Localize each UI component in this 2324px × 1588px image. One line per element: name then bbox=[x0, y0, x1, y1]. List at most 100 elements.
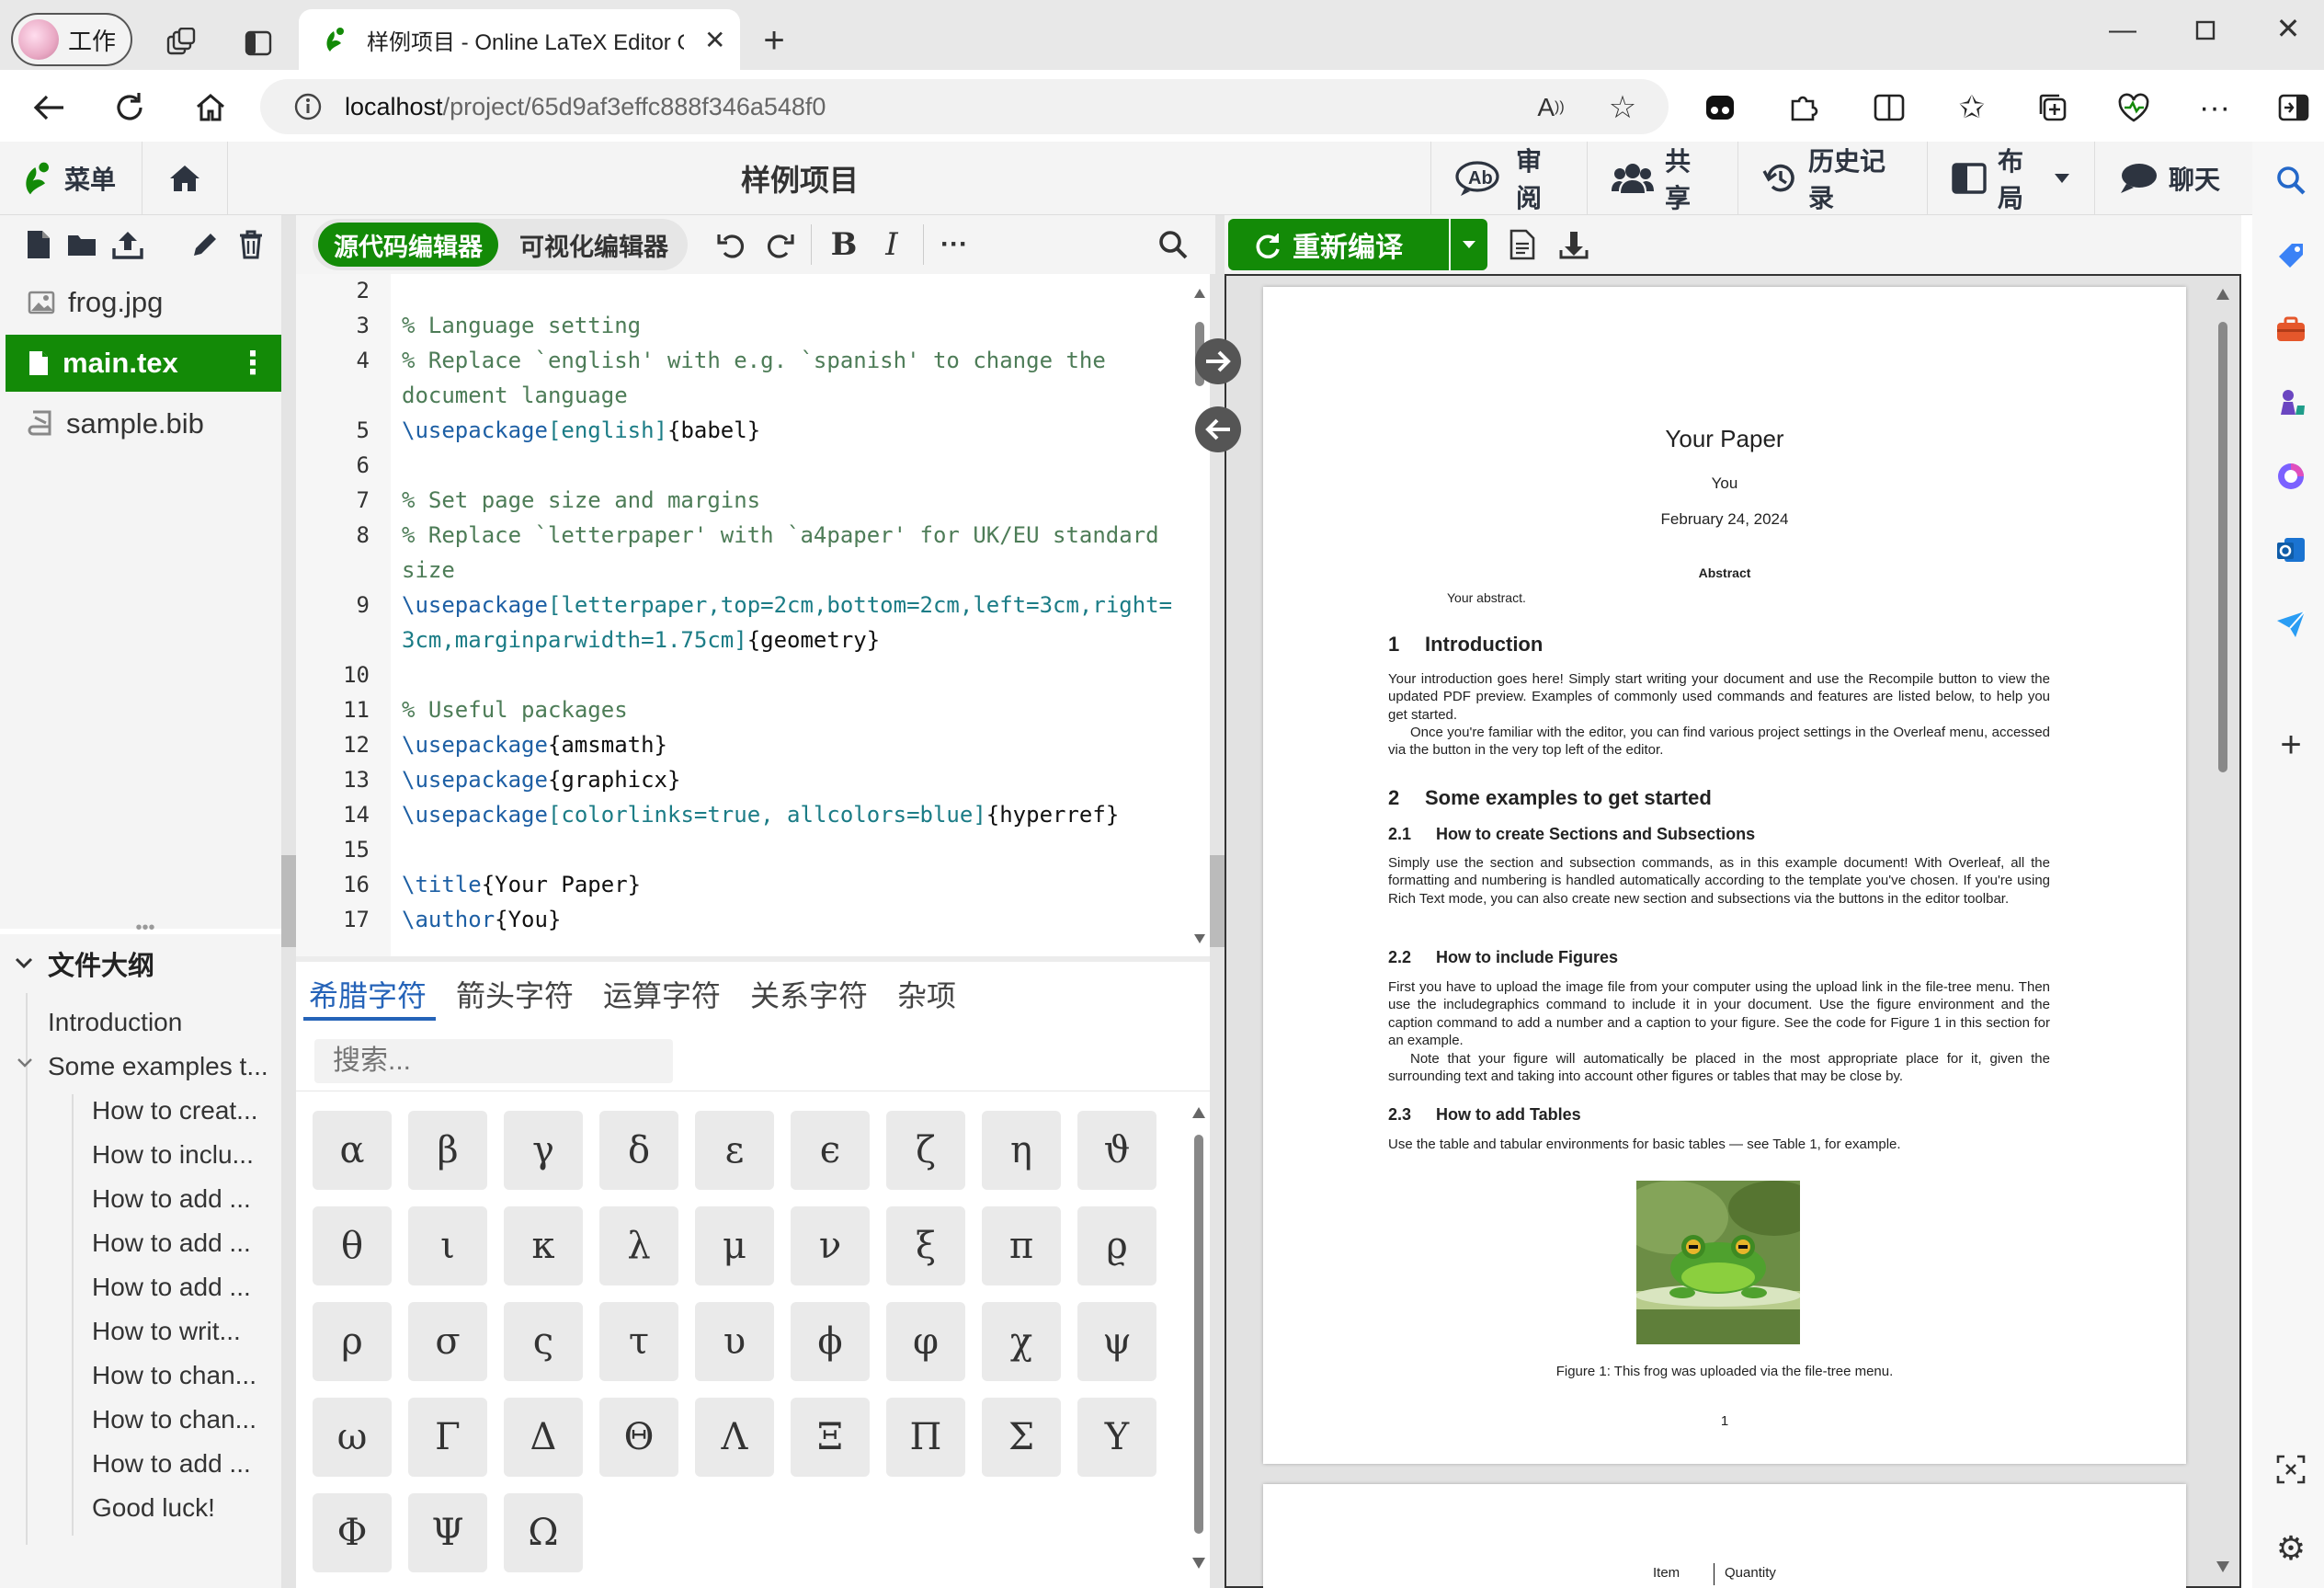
symbol-button[interactable]: Ψ bbox=[408, 1493, 487, 1572]
outline-item[interactable]: Some examples t... bbox=[48, 1052, 268, 1081]
outline-item[interactable]: How to chan... bbox=[92, 1361, 256, 1390]
symbol-tab-misc[interactable]: 杂项 bbox=[897, 973, 956, 1015]
symbol-button[interactable]: η bbox=[982, 1111, 1061, 1190]
layout-button[interactable]: 布局 bbox=[1927, 142, 2094, 215]
copilot-365-icon[interactable] bbox=[2269, 454, 2313, 498]
symbol-button[interactable]: ρ bbox=[313, 1302, 392, 1381]
symbol-button[interactable]: τ bbox=[599, 1302, 678, 1381]
review-button[interactable]: Ab 审阅 bbox=[1430, 142, 1587, 215]
home-icon[interactable] bbox=[188, 85, 234, 131]
symbol-button[interactable]: ε bbox=[695, 1111, 774, 1190]
workspaces-icon[interactable] bbox=[160, 22, 202, 64]
symbol-button[interactable]: φ bbox=[886, 1302, 965, 1381]
symbol-tab-operators[interactable]: 运算字符 bbox=[603, 973, 721, 1015]
close-window-icon[interactable]: ✕ bbox=[2267, 7, 2309, 50]
outlook-icon[interactable] bbox=[2269, 528, 2313, 572]
collections-icon[interactable] bbox=[2030, 85, 2076, 131]
symbol-scrollbar[interactable] bbox=[1191, 1103, 1206, 1572]
drop-send-icon[interactable] bbox=[2269, 601, 2313, 645]
file-options-kebab-icon[interactable]: ⋮ bbox=[237, 348, 268, 379]
outline-item[interactable]: How to chan... bbox=[92, 1405, 256, 1434]
symbol-button[interactable]: α bbox=[313, 1111, 392, 1190]
symbol-button[interactable]: Π bbox=[886, 1398, 965, 1477]
italic-icon[interactable]: I bbox=[872, 224, 912, 265]
reload-icon[interactable] bbox=[107, 85, 153, 131]
collapse-sidebar-handle[interactable] bbox=[281, 855, 296, 947]
menu-button[interactable]: 菜单 bbox=[0, 142, 142, 215]
upload-icon[interactable] bbox=[108, 226, 147, 263]
file-item-main-tex[interactable]: main.tex ⋮ bbox=[6, 335, 281, 392]
redo-icon[interactable] bbox=[759, 224, 800, 265]
history-button[interactable]: 历史记录 bbox=[1737, 142, 1927, 215]
symbol-button[interactable]: Γ bbox=[408, 1398, 487, 1477]
file-item-sample-bib[interactable]: sample.bib bbox=[6, 395, 281, 452]
browser-tab[interactable]: 样例项目 - Online LaTeX Editor Overleaf ✕ bbox=[299, 9, 740, 70]
extensions-puzzle-icon[interactable] bbox=[1780, 85, 1826, 131]
file-item-frog[interactable]: frog.jpg bbox=[6, 274, 281, 331]
symbol-tab-relations[interactable]: 关系字符 bbox=[750, 973, 868, 1015]
shopping-tag-icon[interactable] bbox=[2269, 234, 2313, 278]
outline-item[interactable]: How to add ... bbox=[92, 1449, 251, 1479]
back-icon[interactable] bbox=[26, 85, 72, 131]
outline-header[interactable]: 文件大纲 bbox=[15, 942, 281, 986]
outline-item[interactable]: How to add ... bbox=[92, 1228, 251, 1258]
chat-button[interactable]: 聊天 bbox=[2094, 142, 2252, 215]
profile-button[interactable]: 工作 bbox=[11, 13, 132, 66]
rename-pencil-icon[interactable] bbox=[186, 226, 224, 263]
symbol-button[interactable]: ν bbox=[791, 1206, 870, 1285]
symbol-button[interactable]: θ bbox=[313, 1206, 392, 1285]
symbol-button[interactable]: ϑ bbox=[1077, 1111, 1156, 1190]
search-icon[interactable] bbox=[1153, 224, 1193, 265]
symbol-button[interactable]: χ bbox=[982, 1302, 1061, 1381]
symbol-button[interactable]: ϵ bbox=[791, 1111, 870, 1190]
bold-icon[interactable]: B bbox=[824, 224, 864, 265]
symbol-button[interactable]: δ bbox=[599, 1111, 678, 1190]
minimize-icon[interactable]: — bbox=[2102, 9, 2144, 51]
more-menu-icon[interactable]: ··· bbox=[2192, 85, 2238, 131]
visual-editor-tab[interactable]: 可视化编辑器 bbox=[506, 223, 682, 267]
favorites-icon[interactable]: ✩ bbox=[1949, 85, 1995, 131]
symbol-button[interactable]: Υ bbox=[1077, 1398, 1156, 1477]
symbol-button[interactable]: μ bbox=[695, 1206, 774, 1285]
outline-item[interactable]: How to add ... bbox=[92, 1273, 251, 1302]
outline-item[interactable]: Good luck! bbox=[92, 1493, 215, 1523]
site-info-icon[interactable] bbox=[293, 92, 323, 121]
symbol-button[interactable]: ω bbox=[313, 1398, 392, 1477]
symbol-button[interactable]: λ bbox=[599, 1206, 678, 1285]
view-logs-icon[interactable] bbox=[1504, 224, 1541, 265]
read-aloud-icon[interactable]: A)) bbox=[1530, 86, 1572, 129]
symbol-button[interactable]: ζ bbox=[886, 1111, 965, 1190]
pdf-scrollbar[interactable] bbox=[2216, 285, 2230, 1576]
symbol-button[interactable]: ϱ bbox=[1077, 1206, 1156, 1285]
outline-item[interactable]: How to add ... bbox=[92, 1184, 251, 1214]
symbol-button[interactable]: Σ bbox=[982, 1398, 1061, 1477]
sync-to-code-arrow-icon[interactable] bbox=[1195, 406, 1241, 452]
symbol-button[interactable]: Φ bbox=[313, 1493, 392, 1572]
vertical-tabs-icon[interactable] bbox=[237, 22, 279, 64]
symbol-button[interactable]: Θ bbox=[599, 1398, 678, 1477]
games-chess-icon[interactable] bbox=[2269, 381, 2313, 425]
outline-item[interactable]: How to creat... bbox=[92, 1096, 258, 1125]
symbol-button[interactable]: γ bbox=[504, 1111, 583, 1190]
symbol-tab-greek[interactable]: 希腊字符 bbox=[309, 973, 427, 1015]
resize-handle-horizontal[interactable]: ••• bbox=[129, 919, 162, 937]
symbol-search-input[interactable] bbox=[314, 1039, 673, 1083]
symbol-tab-arrows[interactable]: 箭头字符 bbox=[456, 973, 574, 1015]
chevron-down-icon[interactable] bbox=[17, 1057, 33, 1068]
search-sidebar-icon[interactable] bbox=[2269, 158, 2313, 202]
new-tab-icon[interactable]: + bbox=[752, 18, 796, 63]
symbol-button[interactable]: Λ bbox=[695, 1398, 774, 1477]
sync-to-pdf-arrow-icon[interactable] bbox=[1195, 338, 1241, 384]
outline-item[interactable]: How to writ... bbox=[92, 1317, 241, 1346]
home-button[interactable] bbox=[142, 142, 228, 215]
new-folder-icon[interactable] bbox=[63, 226, 101, 263]
symbol-button[interactable]: Ξ bbox=[791, 1398, 870, 1477]
symbol-button[interactable]: υ bbox=[695, 1302, 774, 1381]
new-file-icon[interactable] bbox=[20, 226, 57, 263]
symbol-button[interactable]: Δ bbox=[504, 1398, 583, 1477]
address-bar[interactable]: localhost/project/65d9af3effc888f346a548… bbox=[260, 79, 1669, 134]
extension-app-icon[interactable] bbox=[1697, 85, 1743, 131]
share-button[interactable]: 共享 bbox=[1587, 142, 1737, 215]
recompile-options-dropdown[interactable] bbox=[1451, 219, 1487, 270]
symbol-button[interactable]: ψ bbox=[1077, 1302, 1156, 1381]
